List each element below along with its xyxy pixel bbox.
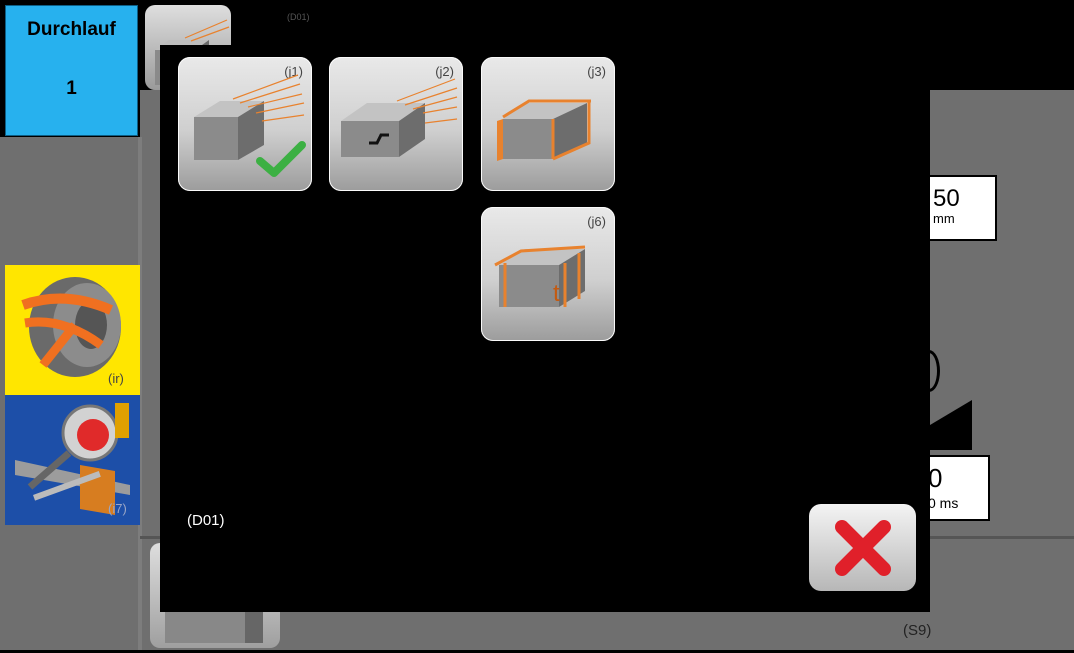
red-x-icon [835, 520, 891, 576]
close-button[interactable] [809, 504, 916, 591]
wedge-icon [930, 400, 972, 450]
value-field-1-value: 50 [933, 185, 960, 212]
tool-button-ir[interactable]: (ir) [5, 265, 140, 395]
block-with-bands-icon [497, 99, 591, 161]
value-field-1-unit: mm [933, 211, 955, 226]
option-tile-j2[interactable]: (j2) [329, 57, 463, 191]
value-field-2-value: 0 [928, 463, 943, 493]
option-tile-j1[interactable]: (j1) [178, 57, 312, 191]
run-counter-value: 1 [66, 78, 77, 99]
tool-code-i7: (i7) [108, 501, 127, 516]
option-tile-j3[interactable]: (j3) [481, 57, 615, 191]
block-with-strands-step-icon [341, 78, 458, 157]
top-screen-code: (D01) [287, 12, 310, 22]
svg-text:t: t [553, 280, 560, 307]
run-counter-label: Durchlauf [27, 19, 116, 40]
block-with-bands-thickness-icon: t [494, 245, 586, 307]
status-code: (S9) [903, 622, 932, 639]
tool-button-i7[interactable]: (i7) [5, 395, 140, 525]
check-icon [256, 141, 306, 177]
value-field-2[interactable]: 0 0 ms [920, 455, 990, 521]
dialog-code: (D01) [187, 512, 225, 529]
run-counter[interactable]: Durchlauf 1 [5, 5, 138, 136]
tool-code-ir: (ir) [108, 371, 124, 386]
option-tile-j6[interactable]: (j6) t [481, 207, 615, 341]
value-field-1[interactable]: 50 mm [925, 175, 997, 241]
value-field-2-unit: 0 ms [928, 495, 959, 511]
